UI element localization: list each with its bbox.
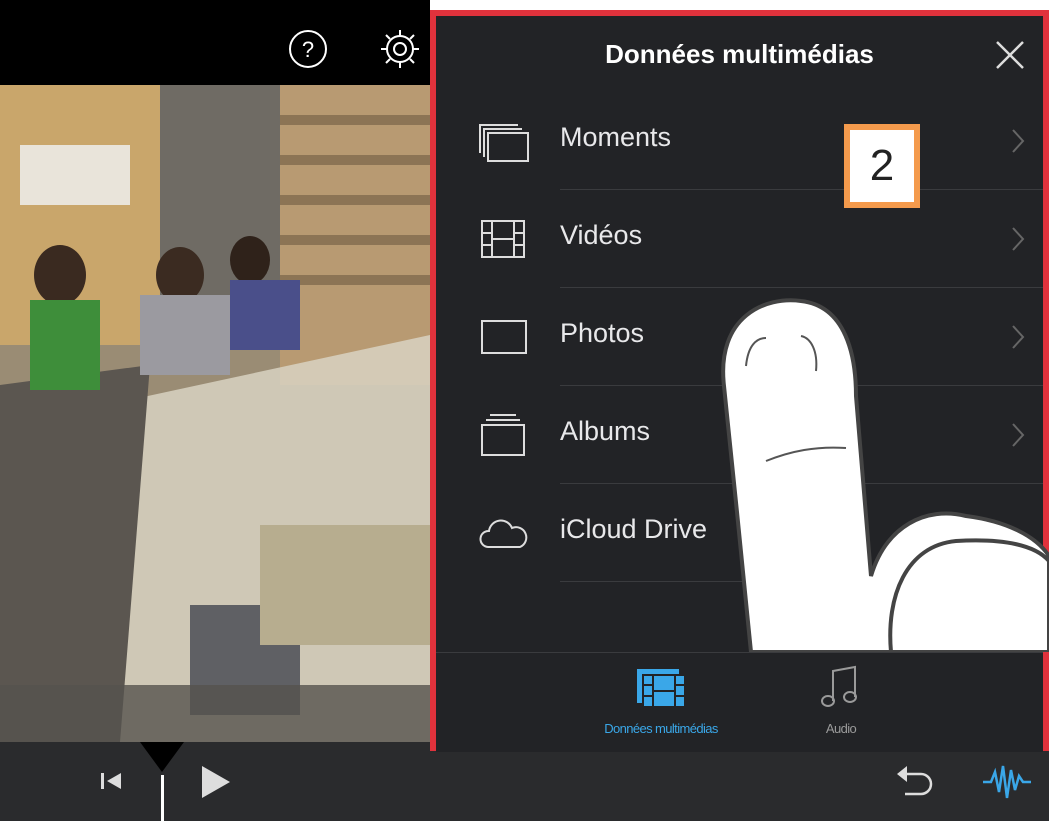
chevron-right-icon: [1012, 227, 1025, 251]
photo-icon: [481, 320, 527, 354]
cloud-icon: [479, 519, 528, 548]
icloud-drive-label: iCloud Drive: [560, 514, 708, 544]
playhead-line[interactable]: [161, 775, 164, 821]
skip-to-start-icon[interactable]: [95, 764, 135, 798]
source-tab-bar: Données multimédias Audio: [436, 652, 1043, 752]
list-item-videos[interactable]: Vidéos: [436, 190, 1043, 288]
audio-waveform-icon[interactable]: [981, 760, 1033, 804]
photos-label: Photos: [560, 318, 645, 348]
video-preview[interactable]: [0, 85, 430, 742]
tapping-finger-illustration: [721, 298, 1049, 652]
panel-title: Données multimédias: [605, 38, 874, 69]
preview-top-bar: ?: [0, 0, 430, 85]
media-library-icon: [637, 669, 686, 708]
albums-label: Albums: [560, 416, 651, 446]
tab-media-label: Données multimédias: [604, 721, 718, 736]
playhead-marker: [140, 742, 184, 772]
film-icon: [481, 220, 525, 258]
panel-header: Données multimédias: [436, 16, 1043, 92]
settings-icon[interactable]: [378, 27, 422, 71]
moments-icon: [479, 124, 529, 162]
tab-media[interactable]: Données multimédias: [576, 653, 746, 752]
svg-text:?: ?: [302, 37, 314, 62]
help-icon[interactable]: ?: [286, 27, 330, 71]
undo-icon[interactable]: [893, 760, 937, 804]
music-note-icon: [821, 665, 857, 707]
classroom-video-frame: [0, 85, 430, 742]
moments-label: Moments: [560, 122, 672, 152]
play-icon[interactable]: [196, 762, 236, 802]
close-icon[interactable]: [989, 34, 1031, 76]
tab-audio[interactable]: Audio: [756, 653, 926, 752]
step-number: 2: [850, 130, 914, 202]
step-number-badge: 2: [844, 124, 920, 208]
chevron-right-icon: [1012, 129, 1025, 153]
media-browser-panel: Données multimédias Moments Vidéos Photo…: [430, 10, 1049, 752]
albums-icon: [481, 414, 525, 456]
videos-label: Vidéos: [560, 220, 643, 250]
list-item-moments[interactable]: Moments: [436, 92, 1043, 190]
tab-audio-label: Audio: [825, 721, 857, 736]
